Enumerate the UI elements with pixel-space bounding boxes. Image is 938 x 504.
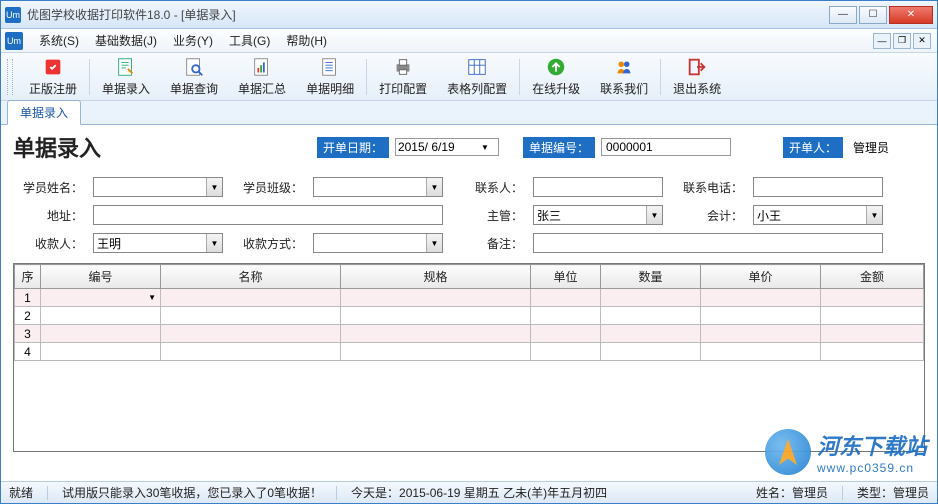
input-contact-person[interactable] [533,177,663,197]
statusbar: 就绪 试用版只能录入30笔收据，您已录入了0笔收据！ 今天是：2015-06-1… [1,481,937,503]
label-payee: 收款人： [13,235,83,252]
combo-accountant[interactable]: ▼ [753,205,883,225]
app-icon: Um [5,7,21,23]
label-contact-person: 联系人： [453,179,523,196]
col-qty[interactable]: 数量 [601,265,701,289]
exit-icon [686,56,708,78]
input-icon [115,56,137,78]
tb-detail[interactable]: 单据明细 [296,54,364,99]
col-name[interactable]: 名称 [161,265,341,289]
detail-icon [319,56,341,78]
menubar-app-icon: Um [5,32,23,50]
menu-system[interactable]: 系统(S) [31,29,87,52]
upgrade-icon [545,56,567,78]
col-price[interactable]: 单价 [701,265,821,289]
minimize-button[interactable]: — [829,6,857,24]
tab-entry[interactable]: 单据录入 [7,100,81,125]
columns-icon [466,56,488,78]
chevron-down-icon[interactable]: ▼ [646,206,662,224]
watermark-url: www.pc0359.cn [817,461,927,475]
label-student-name: 学员姓名： [13,179,83,196]
status-type-value: 管理员 [893,486,929,500]
number-label: 单据编号： [523,137,595,158]
status-type-label: 类型： [857,486,893,500]
query-icon [183,56,205,78]
page-title: 单据录入 [13,131,101,163]
grid-blank-area [14,361,924,451]
tb-upgrade[interactable]: 在线升级 [522,54,590,99]
print-icon [392,56,414,78]
toolbar: 正版注册 单据录入 单据查询 单据汇总 单据明细 打印配置 表格列配置 在线升级… [1,53,937,101]
mdi-restore-button[interactable]: ❐ [893,33,911,49]
tb-query[interactable]: 单据查询 [160,54,228,99]
label-pay-method: 收款方式： [233,235,303,252]
tb-print[interactable]: 打印配置 [369,54,437,99]
menubar: Um 系统(S) 基础数据(J) 业务(Y) 工具(G) 帮助(H) — ❐ ✕ [1,29,937,53]
number-value: 0000001 [601,138,731,156]
chevron-down-icon[interactable]: ▼ [206,178,222,196]
tb-columns[interactable]: 表格列配置 [437,54,517,99]
table-row[interactable]: 2 [15,307,924,325]
toolbar-grip [7,59,13,95]
status-trial: 试用版只能录入30笔收据，您已录入了0笔收据！ [62,484,322,501]
status-user-label: 姓名： [756,486,792,500]
input-remark[interactable] [533,233,883,253]
date-picker[interactable]: 2015/ 6/19 ▼ [395,138,499,156]
menu-basedata[interactable]: 基础数据(J) [87,29,165,52]
date-label: 开单日期： [317,137,389,158]
mdi-minimize-button[interactable]: — [873,33,891,49]
label-supervisor: 主管： [453,207,523,224]
tb-summary[interactable]: 单据汇总 [228,54,296,99]
tb-exit[interactable]: 退出系统 [663,54,731,99]
menu-business[interactable]: 业务(Y) [165,29,221,52]
table-row[interactable]: 3 [15,325,924,343]
tb-contact[interactable]: 联系我们 [590,54,658,99]
chevron-down-icon[interactable]: ▼ [478,143,492,152]
menu-tools[interactable]: 工具(G) [221,29,278,52]
chevron-down-icon[interactable]: ▼ [866,206,882,224]
tb-input[interactable]: 单据录入 [92,54,160,99]
titlebar: Um 优图学校收据打印软件18.0 - [单据录入] — ☐ ✕ [1,1,937,29]
input-contact-phone[interactable] [753,177,883,197]
label-student-class: 学员班级： [233,179,303,196]
date-value: 2015/ 6/19 [398,140,478,154]
chevron-down-icon[interactable]: ▼ [426,178,442,196]
opener-value: 管理员 [853,139,889,156]
label-accountant: 会计： [673,207,743,224]
label-contact-phone: 联系电话： [673,179,743,196]
menu-help[interactable]: 帮助(H) [278,29,335,52]
table-row[interactable]: 4 [15,343,924,361]
input-address[interactable] [93,205,443,225]
mdi-close-button[interactable]: ✕ [913,33,931,49]
window-title: 优图学校收据打印软件18.0 - [单据录入] [27,6,829,23]
col-code[interactable]: 编号 [41,265,161,289]
col-seq[interactable]: 序 [15,265,41,289]
status-ready: 就绪 [9,484,33,501]
opener-label: 开单人： [783,137,843,158]
combo-supervisor[interactable]: ▼ [533,205,663,225]
close-button[interactable]: ✕ [889,6,933,24]
summary-icon [251,56,273,78]
combo-student-class[interactable]: ▼ [313,177,443,197]
combo-student-name[interactable]: ▼ [93,177,223,197]
tb-register[interactable]: 正版注册 [19,54,87,99]
contact-icon [613,56,635,78]
chevron-down-icon[interactable]: ▼ [206,234,222,252]
col-amount[interactable]: 金额 [821,265,924,289]
status-user-value: 管理员 [792,486,828,500]
chevron-down-icon[interactable]: ▼ [426,234,442,252]
line-items-grid[interactable]: 序 编号 名称 规格 单位 数量 单价 金额 1▼ 2 3 4 [13,263,925,452]
col-unit[interactable]: 单位 [531,265,601,289]
table-row[interactable]: 1▼ [15,289,924,307]
label-address: 地址： [13,207,83,224]
tabstrip: 单据录入 [1,101,937,125]
combo-payee[interactable]: ▼ [93,233,223,253]
status-today: 今天是：2015-06-19 星期五 乙未(羊)年五月初四 [351,484,607,501]
maximize-button[interactable]: ☐ [859,6,887,24]
register-icon [42,56,64,78]
col-spec[interactable]: 规格 [341,265,531,289]
label-remark: 备注： [453,235,523,252]
combo-pay-method[interactable]: ▼ [313,233,443,253]
